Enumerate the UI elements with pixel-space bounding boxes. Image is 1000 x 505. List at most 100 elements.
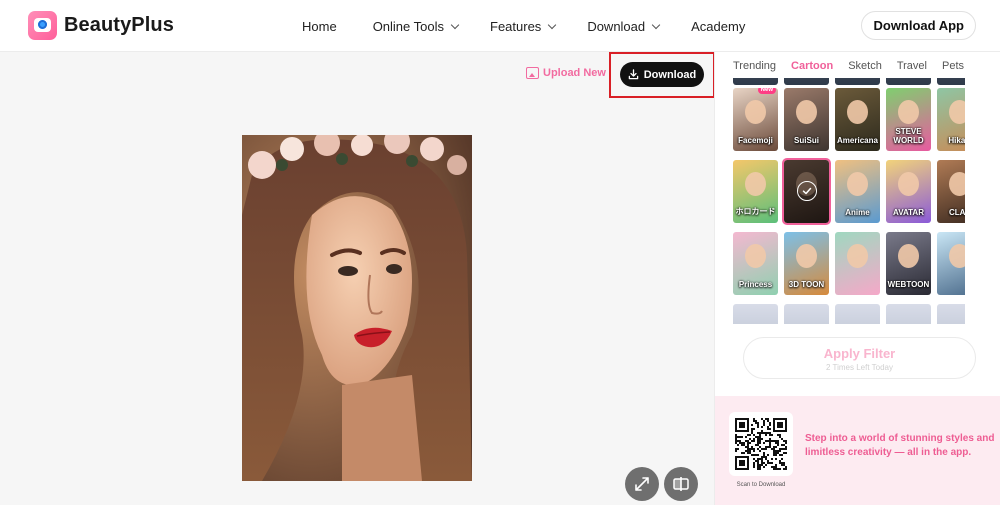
filter-thumb-partial[interactable] [733,304,778,324]
download-label: Download [643,68,697,81]
portrait-illustration [242,135,472,481]
nav-download[interactable]: Download [587,18,661,34]
filter-face-art [745,244,766,268]
fullscreen-button[interactable] [625,467,659,501]
filter-tabs: Trending Cartoon Sketch Travel Pets [733,60,979,72]
filter-thumb[interactable]: Americana [835,88,880,151]
filter-thumb[interactable]: AVATAR [886,160,931,223]
compare-button[interactable] [664,467,698,501]
site-header: BeautyPlus Home Online Tools Features Do… [0,0,1000,52]
filter-thumb[interactable] [937,232,965,295]
filter-face-art [949,100,965,124]
filter-thumb[interactable]: STEVE WORLD [886,88,931,151]
filter-thumb-partial[interactable] [937,78,965,85]
tab-sketch[interactable]: Sketch [848,60,882,72]
promo-text: Step into a world of stunning styles and… [805,433,995,458]
nav-download-label: Download [587,18,646,34]
filter-caption: Princess [738,280,773,289]
filter-thumb[interactable]: WEBTOON [886,232,931,295]
main-nav: Home Online Tools Features Download Acad… [302,0,745,52]
chevron-down-icon [548,20,557,29]
upload-new-label: Upload New [543,67,606,79]
filter-caption: CLAY [948,208,965,217]
apply-filter-label: Apply Filter [823,346,896,361]
filter-thumb-partial[interactable] [784,78,829,85]
filter-thumb[interactable]: Facemoji New [733,88,778,151]
filter-grid: Facemoji New SuiSui Americana STEVE WORLD Hik… [733,78,965,324]
apply-filter-remaining: 2 Times Left Today [826,363,893,372]
filter-caption: WEBTOON [887,280,930,289]
filter-thumb[interactable] [782,158,831,225]
nav-online-tools[interactable]: Online Tools [372,18,460,34]
filter-caption: 3D TOON [788,280,825,289]
result-image [242,135,472,481]
nav-home[interactable]: Home [302,19,337,34]
filter-thumb[interactable]: ホロカード [733,160,778,223]
filter-thumb-partial[interactable] [835,78,880,85]
filter-face-art [847,172,868,196]
filter-caption: STEVE WORLD [893,127,924,145]
filter-face-art [847,244,868,268]
nav-academy-label: Academy [691,18,746,34]
filter-thumb-partial[interactable] [886,304,931,324]
filter-face-art [796,100,817,124]
check-circle-icon [797,181,817,201]
filter-panel: Trending Cartoon Sketch Travel Pets Face… [714,52,1000,505]
filter-thumb[interactable] [835,232,880,295]
filter-thumb-partial[interactable] [784,304,829,324]
nav-features[interactable]: Features [490,18,557,34]
qr-code [729,412,793,476]
filter-caption: SuiSui [794,136,819,145]
app-promo: Scan to Download Step into a world of st… [715,396,1000,505]
filter-thumb[interactable]: CLAY [937,160,965,223]
qr-caption: Scan to Download [736,482,786,488]
filter-caption: Hikari [948,136,965,145]
filter-thumb-partial[interactable] [835,304,880,324]
tab-pets[interactable]: Pets [942,60,964,72]
filter-thumb-partial[interactable] [937,304,965,324]
tab-cartoon[interactable]: Cartoon [791,60,833,72]
upload-new-button[interactable]: Upload New [526,67,606,79]
nav-academy[interactable]: Academy [691,19,745,34]
preview-stage: Upload New Download [0,52,715,505]
new-badge: New [757,88,776,94]
filter-thumb[interactable]: 3D TOON [784,232,829,295]
brand-name: BeautyPlus [64,14,174,36]
filter-caption: Facemoji [738,136,773,145]
download-app-button[interactable]: Download App [861,11,976,40]
filter-face-art [949,172,965,196]
filter-thumb[interactable]: Hikari [937,88,965,151]
filter-thumb-partial[interactable] [733,78,778,85]
filter-face-art [745,172,766,196]
chevron-down-icon [450,20,460,29]
brand-logo[interactable]: BeautyPlus [28,11,174,40]
download-button[interactable]: Download [620,62,704,87]
nav-home-label: Home [302,18,337,34]
filter-face-art [949,244,965,268]
filter-caption: AVATAR [893,208,924,217]
filter-face-art [847,100,868,124]
filter-thumb[interactable]: Princess [733,232,778,295]
filter-caption: Anime [845,208,870,217]
filter-thumb-partial[interactable] [886,78,931,85]
expand-arrows-icon [635,477,649,491]
apply-filter-button[interactable]: Apply Filter 2 Times Left Today [743,337,976,379]
filter-thumb[interactable]: SuiSui [784,88,829,151]
nav-online-tools-label: Online Tools [372,18,444,34]
filter-thumb[interactable]: Anime [835,160,880,223]
filter-face-art [745,100,766,124]
filter-face-art [898,244,919,268]
chevron-down-icon [651,20,661,29]
nav-features-label: Features [490,18,542,34]
filter-caption: Americana [837,136,878,145]
filter-face-art [796,244,817,268]
download-tray-icon [628,69,638,80]
tab-travel[interactable]: Travel [897,60,927,72]
compare-split-icon [673,477,689,491]
filter-caption: ホロカード [735,207,776,216]
tab-trending[interactable]: Trending [733,60,776,72]
filter-face-art [898,172,919,196]
camera-logo-icon [28,11,57,40]
qr-code-graphic [735,418,787,470]
image-upload-icon [526,67,539,79]
